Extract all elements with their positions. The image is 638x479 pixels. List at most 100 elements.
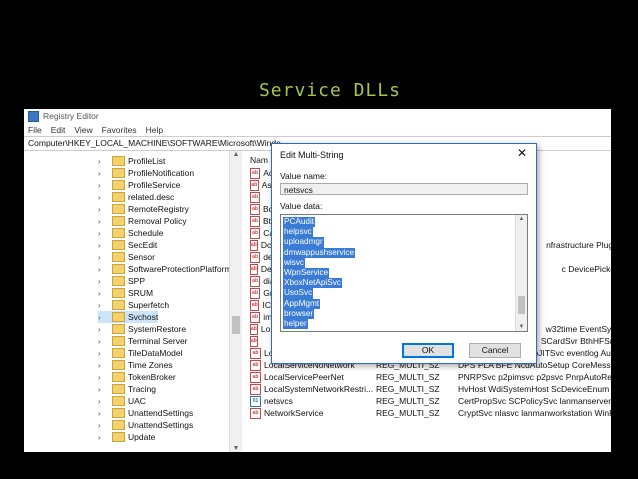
value-type: REG_MULTI_SZ bbox=[376, 384, 440, 394]
string-value-icon: ab bbox=[250, 407, 261, 419]
tree-item-label: Time Zones bbox=[128, 360, 173, 370]
string-value-icon: ab bbox=[250, 347, 261, 359]
column-header-name[interactable]: Nam bbox=[250, 155, 268, 165]
tree-item[interactable]: › Superfetch bbox=[98, 299, 169, 311]
tree-item[interactable]: › related.desc bbox=[98, 191, 174, 203]
string-value-icon: ab bbox=[250, 371, 261, 383]
chevron-right-icon[interactable]: › bbox=[98, 169, 106, 178]
tree-item[interactable]: › ProfileList bbox=[98, 155, 165, 167]
scroll-down-arrow-icon[interactable]: ▼ bbox=[516, 324, 527, 330]
tree-item[interactable]: › Schedule bbox=[98, 227, 163, 239]
menu-edit[interactable]: Edit bbox=[51, 125, 66, 135]
chevron-right-icon[interactable]: › bbox=[98, 193, 106, 202]
value-row[interactable]: ab NetworkService REG_MULTI_SZ CryptSvc nla… bbox=[250, 407, 611, 419]
chevron-right-icon[interactable]: › bbox=[98, 289, 106, 298]
folder-icon bbox=[112, 228, 125, 238]
tree-item[interactable]: › SoftwareProtectionPlatform bbox=[98, 263, 229, 275]
tree-item[interactable]: › Update bbox=[98, 431, 155, 443]
chevron-right-icon[interactable]: › bbox=[98, 409, 106, 418]
scroll-up-arrow-icon[interactable]: ▲ bbox=[230, 151, 242, 158]
tree-item[interactable]: › Svchost bbox=[98, 311, 159, 323]
tree-item[interactable]: › SecEdit bbox=[98, 239, 157, 251]
value-row[interactable]: ab LocalSystemNetworkRestri... REG_MULTI_S… bbox=[250, 383, 611, 395]
menu-view[interactable]: View bbox=[74, 125, 92, 135]
value-data-scrollbar[interactable]: ▲ ▼ bbox=[515, 215, 527, 331]
tree-item-label: UAC bbox=[128, 396, 146, 406]
tree-item-label: RemoteRegistry bbox=[128, 204, 189, 214]
folder-icon bbox=[112, 432, 125, 442]
edit-multi-string-dialog: Edit Multi-String ✕ Value name: netsvcs … bbox=[271, 143, 537, 364]
chevron-right-icon[interactable]: › bbox=[98, 337, 106, 346]
chevron-right-icon[interactable]: › bbox=[98, 229, 106, 238]
tree-item[interactable]: › ProfileService bbox=[98, 179, 180, 191]
tree-item[interactable]: › TokenBroker bbox=[98, 371, 176, 383]
chevron-right-icon[interactable]: › bbox=[98, 253, 106, 262]
chevron-right-icon[interactable]: › bbox=[98, 361, 106, 370]
chevron-right-icon[interactable]: › bbox=[98, 433, 106, 442]
value-name: LocalSystemNetworkRestri... bbox=[264, 384, 374, 394]
folder-icon bbox=[112, 348, 125, 358]
tree-item[interactable]: › Tracing bbox=[98, 383, 156, 395]
tree-item-label: ProfileNotification bbox=[128, 168, 195, 178]
value-data-line: uploadmgr bbox=[283, 237, 324, 248]
tree-item-label: TokenBroker bbox=[128, 372, 176, 382]
chevron-right-icon[interactable]: › bbox=[98, 313, 106, 322]
tree-scrollbar[interactable]: ▲ ▼ bbox=[229, 151, 242, 452]
chevron-right-icon[interactable]: › bbox=[98, 205, 106, 214]
tree-item-label: UnattendSettings bbox=[128, 420, 194, 430]
scroll-up-arrow-icon[interactable]: ▲ bbox=[516, 216, 527, 222]
window-title: Registry Editor bbox=[43, 111, 99, 121]
value-row[interactable]: ab LocalServicePeerNet REG_MULTI_SZ PNRPSvc… bbox=[250, 371, 611, 383]
value-type: REG_MULTI_SZ bbox=[376, 396, 440, 406]
tree-item[interactable]: › UnattendSettings bbox=[98, 419, 193, 431]
chevron-right-icon[interactable]: › bbox=[98, 325, 106, 334]
tree-item[interactable]: › RemoteRegistry bbox=[98, 203, 189, 215]
cancel-button[interactable]: Cancel bbox=[469, 343, 521, 358]
tree-item[interactable]: › SRUM bbox=[98, 287, 153, 299]
scroll-thumb[interactable] bbox=[518, 296, 525, 314]
chevron-right-icon[interactable]: › bbox=[98, 157, 106, 166]
chevron-right-icon[interactable]: › bbox=[98, 241, 106, 250]
tree-item[interactable]: › SystemRestore bbox=[98, 323, 186, 335]
tree-item[interactable]: › ProfileNotification bbox=[98, 167, 194, 179]
tree-item[interactable]: › TileDataModel bbox=[98, 347, 183, 359]
chevron-right-icon[interactable]: › bbox=[98, 217, 106, 226]
chevron-right-icon[interactable]: › bbox=[98, 301, 106, 310]
scroll-thumb[interactable] bbox=[232, 316, 240, 334]
chevron-right-icon[interactable]: › bbox=[98, 385, 106, 394]
value-data-line: UsoSvc bbox=[283, 288, 314, 299]
tree-item[interactable]: › UnattendSettings bbox=[98, 407, 193, 419]
value-name-field[interactable]: netsvcs bbox=[280, 183, 528, 195]
menu-help[interactable]: Help bbox=[146, 125, 163, 135]
close-icon[interactable]: ✕ bbox=[514, 146, 530, 160]
string-value-icon: ab bbox=[250, 179, 259, 191]
scroll-down-arrow-icon[interactable]: ▼ bbox=[230, 445, 242, 452]
chevron-right-icon[interactable]: › bbox=[98, 181, 106, 190]
string-value-icon: ab bbox=[250, 383, 261, 395]
tree-item-label: Schedule bbox=[128, 228, 164, 238]
tree-item[interactable]: › Removal Policy bbox=[98, 215, 187, 227]
chevron-right-icon[interactable]: › bbox=[98, 373, 106, 382]
folder-icon bbox=[112, 324, 125, 334]
string-value-icon: ab bbox=[250, 191, 261, 203]
tree-item[interactable]: › Time Zones bbox=[98, 359, 173, 371]
value-data-label: Value data: bbox=[280, 201, 323, 211]
chevron-right-icon[interactable]: › bbox=[98, 265, 106, 274]
chevron-right-icon[interactable]: › bbox=[98, 277, 106, 286]
menu-favorites[interactable]: Favorites bbox=[102, 125, 137, 135]
chevron-right-icon[interactable]: › bbox=[98, 397, 106, 406]
string-value-icon: ab bbox=[250, 239, 258, 251]
tree-item[interactable]: › Terminal Server bbox=[98, 335, 188, 347]
tree-item[interactable]: › UAC bbox=[98, 395, 146, 407]
tree-item[interactable]: › SPP bbox=[98, 275, 145, 287]
chevron-right-icon[interactable]: › bbox=[98, 349, 106, 358]
ok-button[interactable]: OK bbox=[402, 343, 454, 358]
tree-item-label: Update bbox=[128, 432, 156, 442]
value-row[interactable]: 01 netsvcs REG_MULTI_SZ CertPropSvc SCPolic… bbox=[250, 395, 611, 407]
menu-file[interactable]: File bbox=[28, 125, 42, 135]
value-data-line: helpsvc bbox=[283, 227, 313, 238]
value-name: netsvcs bbox=[264, 396, 293, 406]
tree-item[interactable]: › Sensor bbox=[98, 251, 155, 263]
value-data-textarea[interactable]: PCAudit helpsvc uploadmgr dmwappushservice w… bbox=[280, 214, 528, 332]
chevron-right-icon[interactable]: › bbox=[98, 421, 106, 430]
